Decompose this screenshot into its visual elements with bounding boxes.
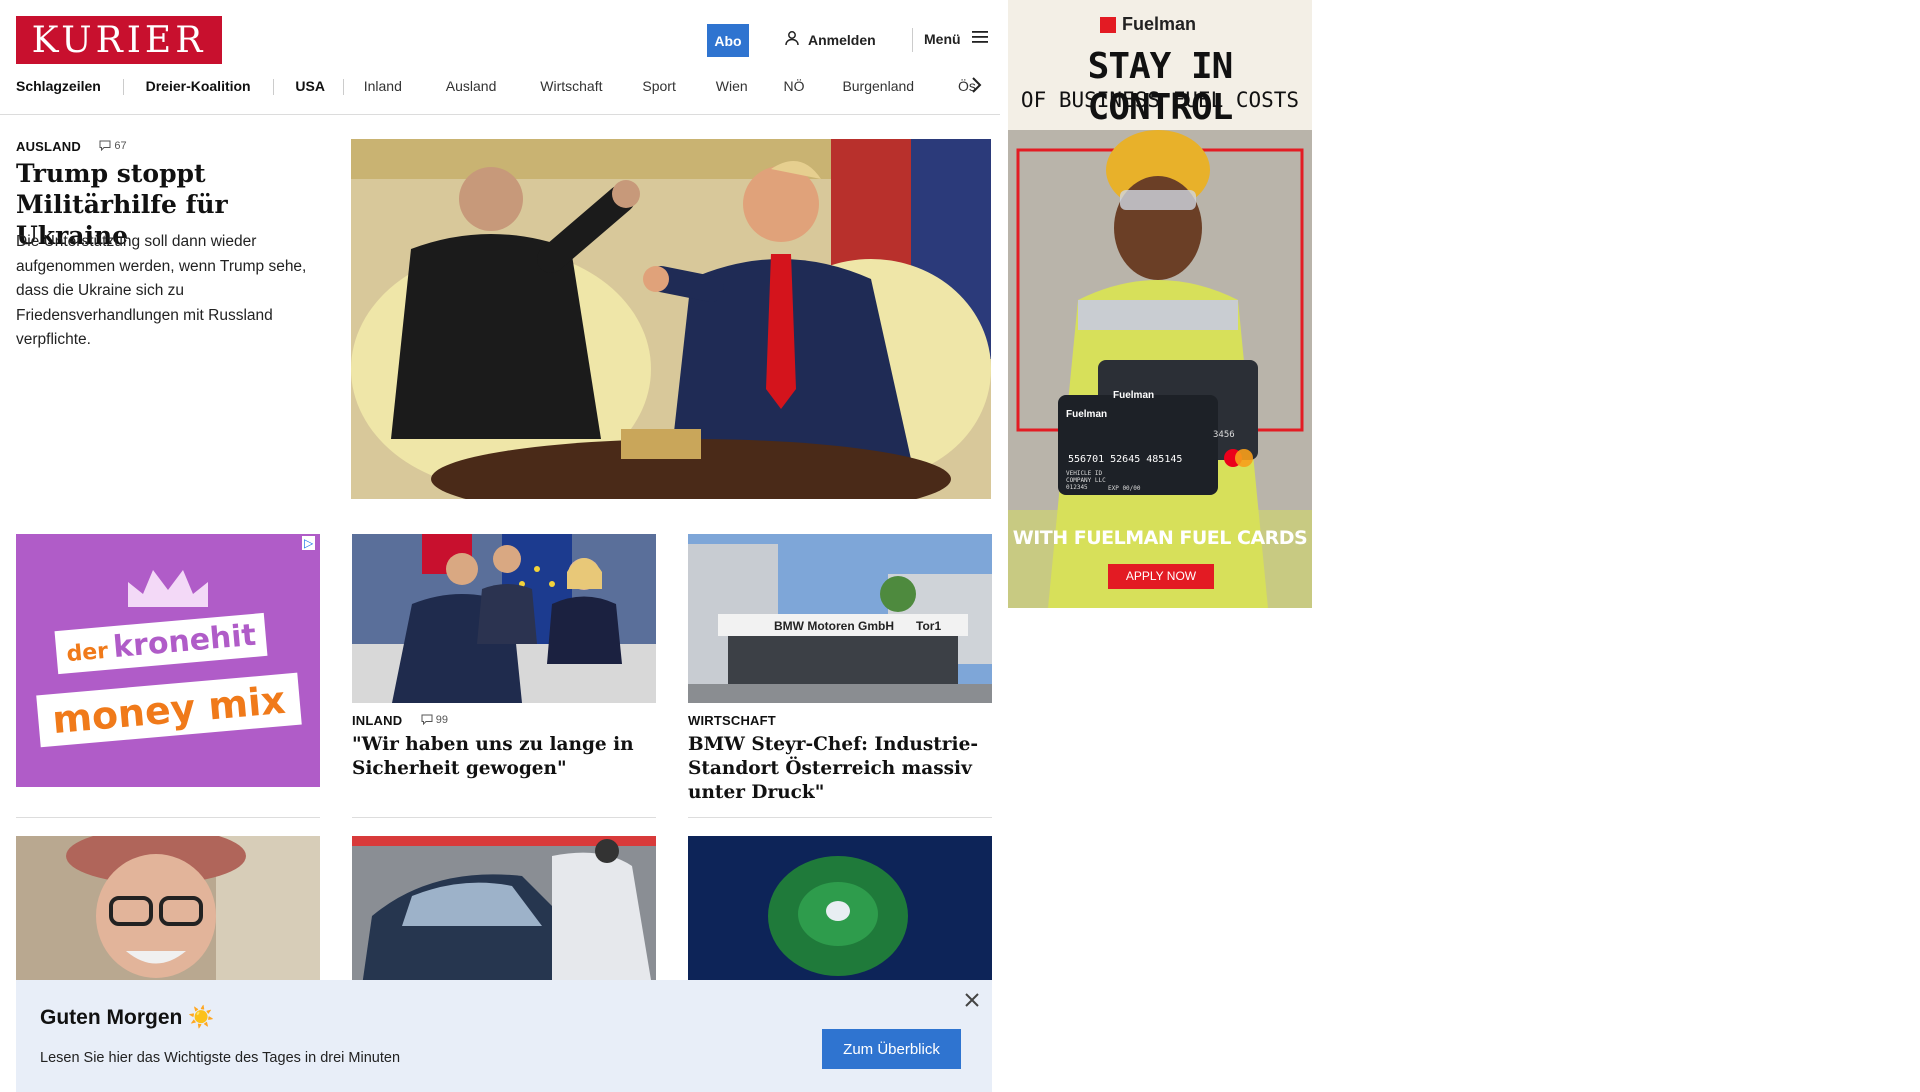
nav-item-wirtschaft[interactable]: Wirtschaft bbox=[540, 78, 602, 94]
lead-section-label[interactable]: AUSLAND bbox=[16, 139, 81, 154]
card-exp: EXP 00/00 bbox=[1108, 485, 1141, 492]
bmw-sign-left: BMW Motoren GmbH bbox=[774, 619, 894, 633]
section-nav: Schlagzeilen Dreier-Koalition USA Inland… bbox=[16, 78, 976, 100]
card-brand-back: Fuelman bbox=[1113, 390, 1155, 401]
kronehit-ad[interactable]: ▷ der kronehit money mix bbox=[16, 534, 320, 787]
card-section-label[interactable]: INLAND bbox=[352, 713, 402, 728]
nav-item-wien[interactable]: Wien bbox=[716, 78, 748, 94]
lead-teaser: Die Unterstützung soll dann wieder aufge… bbox=[16, 233, 307, 348]
nav-item-dreier-koalition[interactable]: Dreier-Koalition bbox=[146, 78, 251, 94]
user-icon bbox=[784, 30, 800, 49]
nav-item-inland[interactable]: Inland bbox=[364, 78, 402, 94]
nav-divider bbox=[342, 79, 344, 96]
close-icon[interactable] bbox=[964, 988, 980, 1014]
card-number-right: 3456 bbox=[1213, 430, 1235, 440]
hamburger-icon bbox=[971, 30, 989, 47]
divider bbox=[16, 817, 320, 818]
fuelman-brand: Fuelman bbox=[1122, 14, 1197, 34]
site-header: KURIER Abo Anmelden Menü Schlagzeilen Dr… bbox=[0, 0, 1000, 115]
comment-icon bbox=[99, 140, 111, 151]
card-id: 012345 bbox=[1066, 484, 1088, 491]
nav-scroll-right-icon[interactable] bbox=[970, 76, 982, 99]
banner-text: Lesen Sie hier das Wichtigste des Tages … bbox=[40, 1050, 401, 1066]
card-image-portrait[interactable] bbox=[16, 836, 320, 986]
banner-title: Guten Morgen ☀️ bbox=[40, 1006, 215, 1029]
nav-item-ausland[interactable]: Ausland bbox=[446, 78, 497, 94]
menu-button[interactable]: Menü bbox=[924, 30, 989, 47]
nav-item-usa[interactable]: USA bbox=[295, 78, 325, 94]
lead-image[interactable] bbox=[351, 139, 991, 499]
nav-item-schlagzeilen[interactable]: Schlagzeilen bbox=[16, 78, 101, 94]
header-divider bbox=[912, 28, 913, 52]
card-section-label[interactable]: WIRTSCHAFT bbox=[688, 713, 776, 728]
lead-meta: AUSLAND 67 bbox=[16, 138, 127, 156]
abo-button[interactable]: Abo bbox=[707, 24, 749, 57]
card-image-island[interactable] bbox=[688, 836, 992, 986]
morning-briefing-banner: Guten Morgen ☀️ Lesen Sie hier das Wicht… bbox=[16, 980, 992, 1092]
divider bbox=[352, 817, 656, 818]
menu-label: Menü bbox=[924, 30, 961, 47]
card-details: VEHICLE ID COMPANY LLC 012345 bbox=[1066, 470, 1106, 491]
fuelman-logo: Fuelman bbox=[1100, 14, 1196, 35]
kronehit-name: kronehit bbox=[111, 617, 258, 666]
card-headline-inland[interactable]: "Wir haben uns zu lange in Sicherheit ge… bbox=[352, 733, 656, 781]
login-label: Anmelden bbox=[808, 31, 876, 48]
kurier-logo[interactable]: KURIER bbox=[16, 16, 222, 64]
card-image-wirtschaft[interactable]: BMW Motoren GmbH Tor1 bbox=[688, 534, 992, 703]
ad-choices-icon[interactable]: ▷ bbox=[302, 536, 316, 550]
card-meta-wirtschaft: WIRTSCHAFT bbox=[688, 712, 776, 730]
divider bbox=[688, 817, 992, 818]
nav-item-sport[interactable]: Sport bbox=[642, 78, 675, 94]
card-number: 556701 52645 485145 bbox=[1068, 454, 1183, 465]
card-image-car[interactable] bbox=[352, 836, 656, 986]
card-vehicle-id: VEHICLE ID bbox=[1066, 470, 1103, 477]
card-comment-count[interactable]: 99 bbox=[421, 714, 448, 726]
comment-count: 99 bbox=[435, 713, 449, 726]
nav-item-noe[interactable]: NÖ bbox=[784, 78, 805, 94]
comment-count: 67 bbox=[114, 139, 127, 152]
nav-divider bbox=[122, 79, 124, 96]
nav-item-burgenland[interactable]: Burgenland bbox=[842, 78, 914, 94]
fuelman-subline: OF BUSINESS FUEL COSTS bbox=[1020, 88, 1300, 112]
login-button[interactable]: Anmelden bbox=[784, 30, 876, 49]
card-brand: Fuelman bbox=[1066, 409, 1108, 420]
fuelman-ad[interactable]: ▷ ✕ Fuelman STAY IN CONTROL OF BUSINESS … bbox=[1008, 0, 1312, 608]
fuelman-logo-square-icon bbox=[1100, 16, 1116, 33]
apply-now-button[interactable]: APPLY NOW bbox=[1108, 569, 1214, 583]
crown-icon bbox=[128, 570, 208, 607]
fuelman-headline: STAY IN CONTROL bbox=[1087, 46, 1234, 128]
zum-ueberblick-button[interactable]: Zum Überblick bbox=[822, 1029, 961, 1069]
card-image-inland[interactable] bbox=[352, 534, 656, 703]
nav-divider bbox=[272, 79, 274, 96]
comment-icon bbox=[421, 714, 433, 725]
kronehit-logo-text: der kronehit bbox=[54, 612, 268, 675]
bmw-sign-right: Tor1 bbox=[916, 619, 941, 633]
card-headline-wirtschaft[interactable]: BMW Steyr-Chef: Industrie-Standort Öster… bbox=[688, 733, 992, 805]
card-company: COMPANY LLC bbox=[1066, 477, 1106, 484]
fuelman-tagline: WITH FUELMAN FUEL CARDS bbox=[1012, 527, 1308, 549]
kronehit-der: der bbox=[65, 638, 110, 668]
card-meta-inland: INLAND 99 bbox=[352, 712, 448, 730]
kronehit-money-mix: money mix bbox=[36, 672, 302, 748]
lead-comment-count[interactable]: 67 bbox=[99, 139, 127, 152]
